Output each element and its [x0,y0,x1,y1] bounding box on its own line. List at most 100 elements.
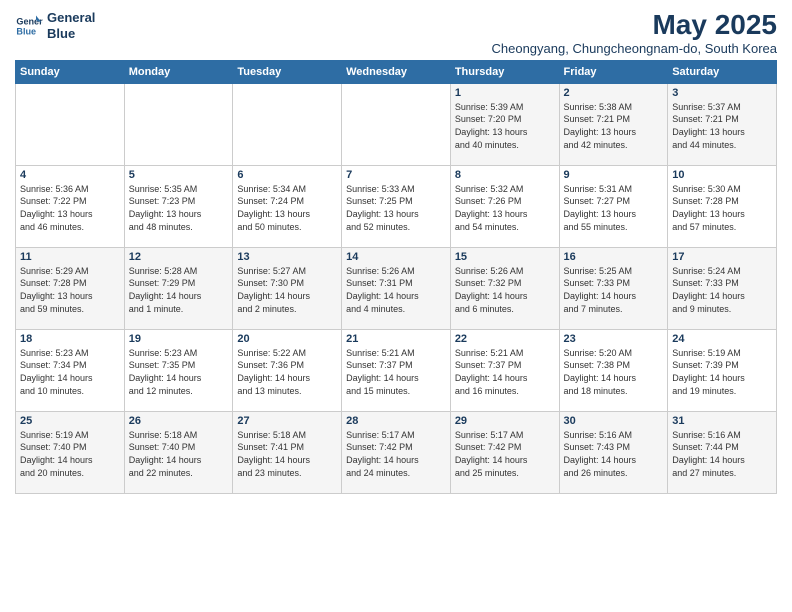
day-info: Sunrise: 5:37 AM Sunset: 7:21 PM Dayligh… [672,101,772,151]
table-cell: 29Sunrise: 5:17 AM Sunset: 7:42 PM Dayli… [450,411,559,493]
day-info: Sunrise: 5:32 AM Sunset: 7:26 PM Dayligh… [455,183,555,233]
table-cell: 21 Sunrise: 5:21 AM Sunset: 7:37 PM Dayli… [342,329,451,411]
header-friday: Friday [559,60,668,83]
day-number: 3 [672,87,772,99]
day-info: Sunrise: 5:34 AM Sunset: 7:24 PM Dayligh… [237,183,337,233]
week-row-1: 4 Sunrise: 5:36 AM Sunset: 7:22 PM Daylig… [16,165,777,247]
table-cell: 10 Sunrise: 5:30 AM Sunset: 7:28 PM Dayli… [668,165,777,247]
day-number: 16 [564,251,664,263]
calendar: Sunday Monday Tuesday Wednesday Thursday… [15,60,777,494]
week-row-0: 1Sunrise: 5:39 AM Sunset: 7:20 PM Daylig… [16,83,777,165]
header-saturday: Saturday [668,60,777,83]
week-row-4: 25Sunrise: 5:19 AM Sunset: 7:40 PM Dayli… [16,411,777,493]
day-number: 12 [129,251,229,263]
day-number: 21 [346,333,446,345]
table-cell: 3 Sunrise: 5:37 AM Sunset: 7:21 PM Daylig… [668,83,777,165]
day-number: 9 [564,169,664,181]
day-info: Sunrise: 5:19 AM Sunset: 7:39 PM Dayligh… [672,347,772,397]
table-cell: 23Sunrise: 5:20 AM Sunset: 7:38 PM Dayli… [559,329,668,411]
day-info: Sunrise: 5:24 AM Sunset: 7:33 PM Dayligh… [672,265,772,315]
table-cell: 20Sunrise: 5:22 AM Sunset: 7:36 PM Dayli… [233,329,342,411]
day-number: 13 [237,251,337,263]
table-cell: 6Sunrise: 5:34 AM Sunset: 7:24 PM Daylig… [233,165,342,247]
week-row-3: 18Sunrise: 5:23 AM Sunset: 7:34 PM Dayli… [16,329,777,411]
day-info: Sunrise: 5:21 AM Sunset: 7:37 PM Dayligh… [346,347,446,397]
day-number: 23 [564,333,664,345]
table-cell: 7Sunrise: 5:33 AM Sunset: 7:25 PM Daylig… [342,165,451,247]
day-number: 5 [129,169,229,181]
day-number: 20 [237,333,337,345]
table-cell [124,83,233,165]
logo-line2: Blue [47,26,95,42]
day-info: Sunrise: 5:36 AM Sunset: 7:22 PM Dayligh… [20,183,120,233]
day-number: 28 [346,415,446,427]
day-info: Sunrise: 5:18 AM Sunset: 7:40 PM Dayligh… [129,429,229,479]
table-cell: 26 Sunrise: 5:18 AM Sunset: 7:40 PM Dayli… [124,411,233,493]
day-info: Sunrise: 5:38 AM Sunset: 7:21 PM Dayligh… [564,101,664,151]
table-cell: 24 Sunrise: 5:19 AM Sunset: 7:39 PM Dayli… [668,329,777,411]
day-info: Sunrise: 5:33 AM Sunset: 7:25 PM Dayligh… [346,183,446,233]
table-cell: 8 Sunrise: 5:32 AM Sunset: 7:26 PM Daylig… [450,165,559,247]
table-cell: 28 Sunrise: 5:17 AM Sunset: 7:42 PM Dayli… [342,411,451,493]
day-number: 14 [346,251,446,263]
day-info: Sunrise: 5:16 AM Sunset: 7:44 PM Dayligh… [672,429,772,479]
table-cell: 27Sunrise: 5:18 AM Sunset: 7:41 PM Dayli… [233,411,342,493]
table-cell: 1Sunrise: 5:39 AM Sunset: 7:20 PM Daylig… [450,83,559,165]
day-info: Sunrise: 5:26 AM Sunset: 7:32 PM Dayligh… [455,265,555,315]
table-cell: 15 Sunrise: 5:26 AM Sunset: 7:32 PM Dayli… [450,247,559,329]
day-number: 8 [455,169,555,181]
table-cell: 14 Sunrise: 5:26 AM Sunset: 7:31 PM Dayli… [342,247,451,329]
header-monday: Monday [124,60,233,83]
day-number: 26 [129,415,229,427]
svg-text:General: General [16,16,43,26]
table-cell: 17 Sunrise: 5:24 AM Sunset: 7:33 PM Dayli… [668,247,777,329]
day-number: 27 [237,415,337,427]
day-number: 15 [455,251,555,263]
table-cell [233,83,342,165]
header-wednesday: Wednesday [342,60,451,83]
table-cell: 4 Sunrise: 5:36 AM Sunset: 7:22 PM Daylig… [16,165,125,247]
header-sunday: Sunday [16,60,125,83]
day-info: Sunrise: 5:17 AM Sunset: 7:42 PM Dayligh… [346,429,446,479]
table-cell: 18Sunrise: 5:23 AM Sunset: 7:34 PM Dayli… [16,329,125,411]
day-number: 18 [20,333,120,345]
day-info: Sunrise: 5:16 AM Sunset: 7:43 PM Dayligh… [564,429,664,479]
table-cell: 11 Sunrise: 5:29 AM Sunset: 7:28 PM Dayli… [16,247,125,329]
day-number: 24 [672,333,772,345]
day-info: Sunrise: 5:30 AM Sunset: 7:28 PM Dayligh… [672,183,772,233]
day-number: 4 [20,169,120,181]
svg-text:Blue: Blue [16,26,36,36]
logo: General Blue General Blue [15,10,95,41]
table-cell: 22Sunrise: 5:21 AM Sunset: 7:37 PM Dayli… [450,329,559,411]
day-info: Sunrise: 5:29 AM Sunset: 7:28 PM Dayligh… [20,265,120,315]
table-cell [16,83,125,165]
table-cell [342,83,451,165]
week-row-2: 11 Sunrise: 5:29 AM Sunset: 7:28 PM Dayli… [16,247,777,329]
table-cell: 2Sunrise: 5:38 AM Sunset: 7:21 PM Daylig… [559,83,668,165]
day-number: 19 [129,333,229,345]
day-info: Sunrise: 5:26 AM Sunset: 7:31 PM Dayligh… [346,265,446,315]
table-cell: 13 Sunrise: 5:27 AM Sunset: 7:30 PM Dayli… [233,247,342,329]
day-number: 31 [672,415,772,427]
table-cell: 30 Sunrise: 5:16 AM Sunset: 7:43 PM Dayli… [559,411,668,493]
month-title: May 2025 [492,10,778,41]
day-info: Sunrise: 5:25 AM Sunset: 7:33 PM Dayligh… [564,265,664,315]
day-number: 30 [564,415,664,427]
day-info: Sunrise: 5:23 AM Sunset: 7:35 PM Dayligh… [129,347,229,397]
day-number: 17 [672,251,772,263]
day-info: Sunrise: 5:27 AM Sunset: 7:30 PM Dayligh… [237,265,337,315]
table-cell: 31 Sunrise: 5:16 AM Sunset: 7:44 PM Dayli… [668,411,777,493]
table-cell: 16 Sunrise: 5:25 AM Sunset: 7:33 PM Dayli… [559,247,668,329]
table-cell: 25Sunrise: 5:19 AM Sunset: 7:40 PM Dayli… [16,411,125,493]
day-number: 22 [455,333,555,345]
day-number: 25 [20,415,120,427]
day-number: 29 [455,415,555,427]
day-info: Sunrise: 5:31 AM Sunset: 7:27 PM Dayligh… [564,183,664,233]
day-number: 1 [455,87,555,99]
table-cell: 12 Sunrise: 5:28 AM Sunset: 7:29 PM Dayli… [124,247,233,329]
logo-line1: General [47,10,95,26]
title-block: May 2025 Cheongyang, Chungcheongnam-do, … [492,10,778,56]
day-number: 11 [20,251,120,263]
day-number: 10 [672,169,772,181]
day-info: Sunrise: 5:28 AM Sunset: 7:29 PM Dayligh… [129,265,229,315]
